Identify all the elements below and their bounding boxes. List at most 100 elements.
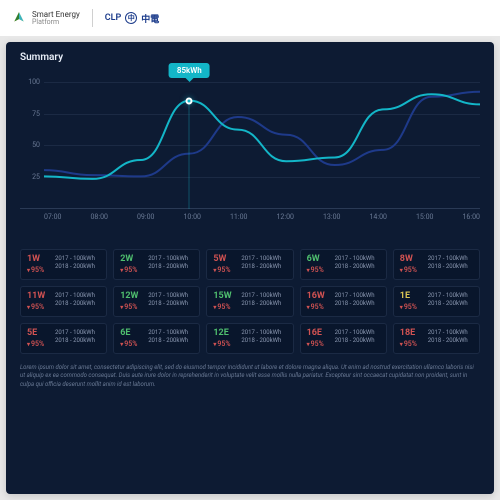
- zone-year1: 2017 - 100kWh: [241, 292, 281, 300]
- zone-year2: 2018 - 200kWh: [335, 263, 375, 271]
- zone-card[interactable]: 12W ▾95% 2017 - 100kWh 2018 - 200kWh: [113, 286, 200, 317]
- zone-card-right: 2017 - 100kWh 2018 - 200kWh: [55, 292, 95, 311]
- zone-card-right: 2017 - 100kWh 2018 - 200kWh: [428, 292, 468, 311]
- zone-year1: 2017 - 100kWh: [428, 329, 468, 337]
- zone-card-right: 2017 - 100kWh 2018 - 200kWh: [428, 255, 468, 274]
- zone-card[interactable]: 11W ▾95% 2017 - 100kWh 2018 - 200kWh: [20, 286, 107, 317]
- zone-card[interactable]: 18E ▾95% 2017 - 100kWh 2018 - 200kWh: [393, 323, 480, 354]
- zone-card[interactable]: 16W ▾95% 2017 - 100kWh 2018 - 200kWh: [300, 286, 387, 317]
- chart-x-axis: 07:0008:0009:0010:0011:0012:0013:0014:00…: [20, 209, 480, 221]
- zone-change: ▾95%: [120, 303, 142, 311]
- brand-name: Smart Energy Platform: [32, 11, 80, 26]
- partner-prefix: CLP: [105, 13, 122, 23]
- zone-code: 12W: [120, 292, 142, 301]
- zone-change: ▾95%: [307, 266, 329, 274]
- chart-x-tick: 13:00: [323, 213, 340, 221]
- chart-x-tick: 10:00: [184, 213, 201, 221]
- chart-plot-area: 255075100: [20, 69, 480, 209]
- chart-x-tick: 08:00: [91, 213, 108, 221]
- down-arrow-icon: ▾: [307, 304, 310, 311]
- zone-card-right: 2017 - 100kWh 2018 - 200kWh: [241, 329, 281, 348]
- zone-card-right: 2017 - 100kWh 2018 - 200kWh: [241, 255, 281, 274]
- zone-card[interactable]: 15W ▾95% 2017 - 100kWh 2018 - 200kWh: [206, 286, 293, 317]
- zone-year2: 2018 - 200kWh: [148, 263, 188, 271]
- chart-x-tick: 14:00: [370, 213, 387, 221]
- zone-code: 8W: [400, 255, 422, 264]
- down-arrow-icon: ▾: [213, 267, 216, 274]
- down-arrow-icon: ▾: [27, 267, 30, 274]
- zone-card[interactable]: 5E ▾95% 2017 - 100kWh 2018 - 200kWh: [20, 323, 107, 354]
- zone-code: 1W: [27, 255, 49, 264]
- down-arrow-icon: ▾: [400, 341, 403, 348]
- zone-year1: 2017 - 100kWh: [335, 255, 375, 263]
- zone-card[interactable]: 6E ▾95% 2017 - 100kWh 2018 - 200kWh: [113, 323, 200, 354]
- zone-code: 18E: [400, 329, 422, 338]
- zone-year2: 2018 - 200kWh: [55, 337, 95, 345]
- zone-year1: 2017 - 100kWh: [335, 329, 375, 337]
- zone-card[interactable]: 5W ▾95% 2017 - 100kWh 2018 - 200kWh: [206, 249, 293, 280]
- zone-year2: 2018 - 200kWh: [335, 337, 375, 345]
- zone-code: 1E: [400, 292, 422, 301]
- chart-marker-dot: [186, 97, 193, 104]
- zone-card[interactable]: 2W ▾95% 2017 - 100kWh 2018 - 200kWh: [113, 249, 200, 280]
- zone-card-left: 8W ▾95%: [400, 255, 422, 274]
- zone-card-left: 12W ▾95%: [120, 292, 142, 311]
- zone-change: ▾95%: [120, 266, 142, 274]
- down-arrow-icon: ▾: [400, 304, 403, 311]
- zone-change: ▾95%: [213, 266, 235, 274]
- down-arrow-icon: ▾: [120, 304, 123, 311]
- zone-code: 5W: [213, 255, 235, 264]
- chart-y-tick: 75: [20, 110, 40, 118]
- zone-card-right: 2017 - 100kWh 2018 - 200kWh: [335, 255, 375, 274]
- top-bar: Smart Energy Platform CLP 中 中電: [0, 0, 500, 36]
- partner-brand: CLP 中 中電: [105, 12, 160, 25]
- zone-card[interactable]: 12E ▾95% 2017 - 100kWh 2018 - 200kWh: [206, 323, 293, 354]
- chart-x-tick: 15:00: [416, 213, 433, 221]
- zone-year2: 2018 - 200kWh: [148, 300, 188, 308]
- footer-note: Lorem ipsum dolor sit amet, consectetur …: [20, 364, 480, 389]
- zone-card[interactable]: 1E ▾95% 2017 - 100kWh 2018 - 200kWh: [393, 286, 480, 317]
- zone-change: ▾95%: [213, 303, 235, 311]
- zone-card-right: 2017 - 100kWh 2018 - 200kWh: [335, 329, 375, 348]
- zone-year1: 2017 - 100kWh: [241, 329, 281, 337]
- chart-y-tick: 25: [20, 173, 40, 181]
- zone-code: 15W: [213, 292, 235, 301]
- zone-code: 6E: [120, 329, 142, 338]
- zone-card-left: 5E ▾95%: [27, 329, 49, 348]
- zone-card[interactable]: 1W ▾95% 2017 - 100kWh 2018 - 200kWh: [20, 249, 107, 280]
- zone-card-right: 2017 - 100kWh 2018 - 200kWh: [241, 292, 281, 311]
- zone-change: ▾95%: [213, 340, 235, 348]
- zone-year1: 2017 - 100kWh: [148, 255, 188, 263]
- zone-card-right: 2017 - 100kWh 2018 - 200kWh: [55, 255, 95, 274]
- zone-card-right: 2017 - 100kWh 2018 - 200kWh: [148, 255, 188, 274]
- summary-chart[interactable]: 85kWh 255075100 07:0008:0009:0010:0011:0…: [20, 69, 480, 239]
- header-divider: [92, 9, 93, 27]
- chart-x-tick: 09:00: [137, 213, 154, 221]
- zone-card-right: 2017 - 100kWh 2018 - 200kWh: [428, 329, 468, 348]
- zone-card[interactable]: 16E ▾95% 2017 - 100kWh 2018 - 200kWh: [300, 323, 387, 354]
- chart-x-tick: 11:00: [230, 213, 247, 221]
- section-title: Summary: [20, 52, 480, 63]
- zone-card-left: 6E ▾95%: [120, 329, 142, 348]
- zone-year2: 2018 - 200kWh: [55, 300, 95, 308]
- zone-year1: 2017 - 100kWh: [428, 292, 468, 300]
- chart-x-tick: 16:00: [463, 213, 480, 221]
- down-arrow-icon: ▾: [27, 304, 30, 311]
- chart-y-tick: 50: [20, 141, 40, 149]
- zone-code: 2W: [120, 255, 142, 264]
- zone-card[interactable]: 6W ▾95% 2017 - 100kWh 2018 - 200kWh: [300, 249, 387, 280]
- zone-change: ▾95%: [120, 340, 142, 348]
- zone-card-left: 18E ▾95%: [400, 329, 422, 348]
- zone-year1: 2017 - 100kWh: [55, 329, 95, 337]
- zone-card-left: 1W ▾95%: [27, 255, 49, 274]
- zone-card[interactable]: 8W ▾95% 2017 - 100kWh 2018 - 200kWh: [393, 249, 480, 280]
- zone-code: 16E: [307, 329, 329, 338]
- down-arrow-icon: ▾: [213, 341, 216, 348]
- zone-code: 6W: [307, 255, 329, 264]
- zone-year2: 2018 - 200kWh: [335, 300, 375, 308]
- zone-year2: 2018 - 200kWh: [241, 263, 281, 271]
- zone-year1: 2017 - 100kWh: [55, 292, 95, 300]
- zone-year2: 2018 - 200kWh: [428, 300, 468, 308]
- zone-card-left: 2W ▾95%: [120, 255, 142, 274]
- zone-card-right: 2017 - 100kWh 2018 - 200kWh: [335, 292, 375, 311]
